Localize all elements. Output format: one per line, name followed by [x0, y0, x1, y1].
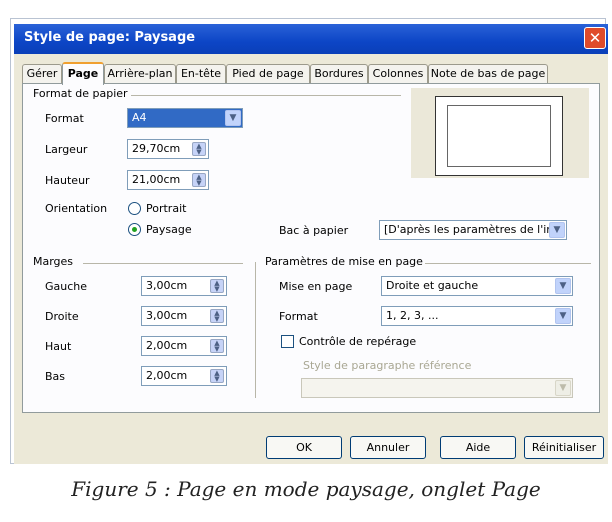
- tab-page[interactable]: Page: [62, 62, 104, 85]
- margin-bottom-label: Bas: [45, 370, 66, 383]
- margin-top-label: Haut: [45, 340, 72, 353]
- ok-button[interactable]: OK: [266, 436, 342, 459]
- page-preview: [411, 88, 589, 178]
- spinner-icon[interactable]: ▲ ▼: [210, 279, 224, 293]
- tab-panel-page: Format de papier Format A4 ▼ Largeur 29,…: [22, 83, 600, 413]
- tab-colonnes[interactable]: Colonnes: [368, 64, 428, 83]
- margin-right-field[interactable]: 3,00cm ▲ ▼: [141, 306, 227, 326]
- cancel-button[interactable]: Annuler: [350, 436, 426, 459]
- spinner-icon[interactable]: ▲ ▼: [192, 142, 206, 156]
- window-title: Style de page: Paysage: [24, 30, 196, 45]
- numbering-format-label: Format: [279, 310, 318, 323]
- chevron-down-icon[interactable]: ▼: [555, 278, 571, 294]
- tab-gerer[interactable]: Gérer: [22, 64, 62, 83]
- margin-left-field[interactable]: 3,00cm ▲ ▼: [141, 276, 227, 296]
- format-select[interactable]: A4 ▼: [127, 108, 243, 128]
- chevron-down-icon[interactable]: ▼: [555, 380, 571, 396]
- tray-label: Bac à papier: [279, 224, 349, 237]
- paper-section-divider: [131, 95, 401, 96]
- landscape-label: Paysage: [146, 223, 192, 236]
- orientation-label: Orientation: [45, 202, 108, 215]
- page-layout-value: Droite et gauche: [386, 279, 479, 292]
- preview-margins: [447, 105, 551, 167]
- margin-right-label: Droite: [45, 310, 79, 323]
- margins-section-title: Marges: [33, 255, 74, 268]
- landscape-radio[interactable]: [128, 223, 141, 236]
- window-titlebar: Style de page: Paysage ✕: [14, 24, 608, 54]
- spinner-icon[interactable]: ▲ ▼: [192, 173, 206, 187]
- tab-bordures[interactable]: Bordures: [310, 64, 368, 83]
- spinner-icon[interactable]: ▲ ▼: [210, 339, 224, 353]
- margin-bottom-field[interactable]: 2,00cm ▲ ▼: [141, 366, 227, 386]
- margin-left-value: 3,00cm: [146, 279, 188, 292]
- format-value: A4: [132, 111, 147, 124]
- figure-caption: Figure 5 : Page en mode paysage, onglet …: [71, 477, 541, 501]
- width-label: Largeur: [45, 143, 88, 156]
- tray-value: [D'après les paramètres de l'ir: [384, 223, 551, 236]
- tray-select[interactable]: [D'après les paramètres de l'ir ▼: [379, 220, 567, 240]
- spinner-icon[interactable]: ▲ ▼: [210, 309, 224, 323]
- page-layout-select[interactable]: Droite et gauche ▼: [381, 276, 573, 296]
- paper-section-title: Format de papier: [33, 87, 128, 100]
- margin-left-label: Gauche: [45, 280, 88, 293]
- numbering-format-value: 1, 2, 3, ...: [386, 309, 439, 322]
- dialog-body: Gérer Page Arrière-plan En-tête Pied de …: [14, 54, 608, 464]
- layout-section-divider: [425, 263, 591, 264]
- margin-right-value: 3,00cm: [146, 309, 188, 322]
- layout-section-title: Paramètres de mise en page: [265, 255, 423, 268]
- tab-bar: Gérer Page Arrière-plan En-tête Pied de …: [22, 62, 602, 85]
- margin-top-field[interactable]: 2,00cm ▲ ▼: [141, 336, 227, 356]
- margin-bottom-value: 2,00cm: [146, 369, 188, 382]
- register-checkbox[interactable]: [281, 335, 294, 348]
- chevron-down-icon[interactable]: ▼: [555, 308, 571, 324]
- spinner-icon[interactable]: ▲ ▼: [210, 369, 224, 383]
- numbering-format-select[interactable]: 1, 2, 3, ... ▼: [381, 306, 573, 326]
- radio-selected-dot: [132, 227, 137, 232]
- vertical-divider: [255, 262, 256, 398]
- tab-arriere-plan[interactable]: Arrière-plan: [104, 64, 176, 83]
- portrait-radio[interactable]: [128, 202, 141, 215]
- reset-button[interactable]: Réinitialiser: [524, 436, 604, 459]
- help-button[interactable]: Aide: [440, 436, 516, 459]
- height-label: Hauteur: [45, 174, 90, 187]
- portrait-label: Portrait: [146, 202, 187, 215]
- close-icon[interactable]: ✕: [584, 27, 606, 49]
- chevron-down-icon[interactable]: ▼: [549, 222, 565, 238]
- page-layout-label: Mise en page: [279, 280, 353, 293]
- tab-en-tete[interactable]: En-tête: [176, 64, 226, 83]
- tab-note-de-bas-de-page[interactable]: Note de bas de page: [428, 64, 548, 83]
- width-value: 29,70cm: [132, 142, 181, 155]
- preview-page: [435, 96, 563, 176]
- tab-pied-de-page[interactable]: Pied de page: [226, 64, 310, 83]
- margins-section-divider: [83, 263, 243, 264]
- chevron-down-icon[interactable]: ▼: [225, 110, 241, 126]
- format-label: Format: [45, 112, 84, 125]
- height-field[interactable]: 21,00cm ▲ ▼: [127, 170, 209, 190]
- margin-top-value: 2,00cm: [146, 339, 188, 352]
- width-field[interactable]: 29,70cm ▲ ▼: [127, 139, 209, 159]
- register-label: Contrôle de repérage: [299, 335, 417, 348]
- ref-style-select[interactable]: ▼: [301, 378, 573, 398]
- ref-style-label: Style de paragraphe référence: [303, 359, 472, 372]
- height-value: 21,00cm: [132, 173, 181, 186]
